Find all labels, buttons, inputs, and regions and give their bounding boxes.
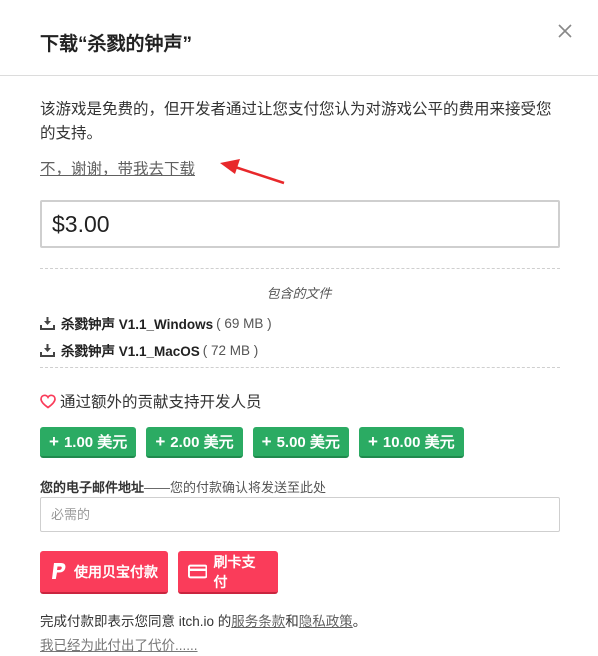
terms-and: 和 — [285, 614, 299, 629]
plus-icon: + — [261, 431, 272, 451]
tip-label: 5.00 美元 — [276, 434, 340, 451]
plus-icon: + — [49, 431, 59, 451]
email-hint: ——您的付款确认将发送至此处 — [144, 480, 327, 495]
support-label: 通过额外的贡献支持开发人员 — [60, 394, 262, 411]
plus-icon: + — [155, 431, 166, 451]
divider — [40, 268, 560, 269]
tip-button-5[interactable]: +5.00 美元 — [252, 427, 349, 458]
tip-label: 10.00 美元 — [382, 434, 455, 451]
dialog-title: 下载“杀戮的钟声” — [40, 34, 193, 55]
intro-text: 该游戏是免费的，但开发者通过让您支付您认为对游戏公平的费用来接受您的支持。 — [40, 101, 552, 142]
card-pay-button[interactable]: 刷卡支付 — [178, 551, 278, 594]
email-field[interactable] — [40, 497, 560, 532]
price-input[interactable] — [40, 200, 560, 248]
email-label-text: 您的电子邮件地址 — [40, 480, 145, 495]
skip-payment-link[interactable]: 不，谢谢，带我去下载 — [40, 157, 195, 179]
dialog-header: 下载“杀戮的钟声” — [0, 0, 598, 76]
file-item: 杀戮钟声 V1.1_Windows ( 69 MB ) — [40, 313, 272, 333]
tip-label: 2.00 美元 — [170, 434, 234, 451]
terms-of-service-link[interactable]: 服务条款 — [231, 614, 285, 629]
credit-card-icon — [188, 564, 208, 579]
download-icon — [40, 317, 55, 330]
divider — [40, 367, 560, 368]
privacy-policy-link[interactable]: 隐私政策 — [299, 614, 353, 629]
file-size: ( 69 MB ) — [216, 315, 272, 331]
paypal-label: 使用贝宝付款 — [74, 563, 158, 580]
heart-icon — [40, 393, 56, 409]
tip-buttons: +1.00 美元 +2.00 美元 +5.00 美元 +10.00 美元 — [40, 427, 464, 458]
paypal-button[interactable]: 使用贝宝付款 — [40, 551, 168, 594]
support-heading: 通过额外的贡献支持开发人员 — [40, 390, 262, 412]
files-heading: 包含的文件 — [266, 286, 332, 301]
terms-suffix: 。 — [352, 614, 367, 629]
arrow-annotation — [220, 159, 285, 185]
file-size: ( 72 MB ) — [202, 342, 259, 358]
tip-button-1[interactable]: +1.00 美元 — [40, 427, 137, 458]
already-paid-link[interactable]: 我已经为此付出了代价...... — [40, 634, 198, 654]
download-icon — [40, 344, 55, 357]
tip-label: 1.00 美元 — [63, 434, 128, 451]
paypal-icon — [52, 562, 66, 579]
terms-prefix: 完成付款即表示您同意 itch.io 的 — [40, 614, 232, 629]
file-name: 杀戮钟声 V1.1_MacOS — [61, 344, 200, 359]
file-item: 杀戮钟声 V1.1_MacOS ( 72 MB ) — [40, 340, 258, 360]
terms-text: 完成付款即表示您同意 itch.io 的服务条款和隐私政策。 — [40, 610, 366, 630]
tip-button-10[interactable]: +10.00 美元 — [358, 427, 464, 458]
tip-button-2[interactable]: +2.00 美元 — [146, 427, 243, 458]
card-label: 刷卡支付 — [213, 553, 256, 590]
plus-icon: + — [367, 431, 378, 451]
close-icon[interactable] — [556, 22, 574, 40]
email-label: 您的电子邮件地址——您的付款确认将发送至此处 — [40, 477, 326, 496]
file-name: 杀戮钟声 V1.1_Windows — [61, 317, 214, 332]
